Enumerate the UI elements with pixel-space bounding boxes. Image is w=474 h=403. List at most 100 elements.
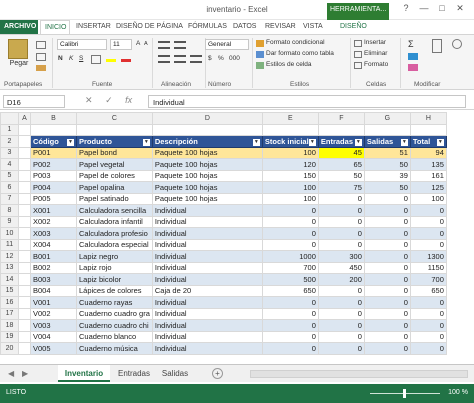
table-cell[interactable]: 100 [409, 192, 447, 205]
cell[interactable] [18, 319, 31, 332]
table-cell[interactable]: Lápices de colores [76, 284, 153, 297]
table-cell[interactable]: 0 [261, 238, 319, 251]
table-cell[interactable]: V005 [30, 342, 77, 355]
number-format-select[interactable]: General [205, 39, 249, 50]
table-cell[interactable]: B003 [30, 273, 77, 286]
table-cell[interactable]: Individual [151, 296, 263, 309]
table-cell[interactable]: 39 [363, 169, 411, 182]
table-cell[interactable]: Individual [151, 273, 263, 286]
filter-dropdown-icon[interactable]: ▼ [436, 138, 444, 146]
row-header[interactable]: 18 [0, 319, 19, 332]
table-cell[interactable]: 50 [363, 181, 411, 194]
table-cell[interactable]: Calculadora profesio [76, 227, 153, 240]
prev-sheet-icon[interactable]: ◀ [8, 369, 14, 378]
cell[interactable] [18, 261, 31, 274]
table-cell[interactable]: Cuaderno rayas [76, 296, 153, 309]
table-header-cell[interactable]: ▼ Total [409, 135, 447, 148]
align-middle-icon[interactable] [174, 41, 186, 49]
table-cell[interactable]: Individual [151, 342, 263, 355]
worksheet-table[interactable]: ABCDEFGH 1 2 ▼ Código ▼ Producto ▼ Descripción ▼… [0, 112, 447, 355]
table-cell[interactable]: 120 [261, 158, 319, 171]
table-header-cell[interactable]: ▼ Descripción [151, 135, 263, 148]
table-cell[interactable]: 0 [363, 319, 411, 332]
tab-archivo[interactable]: ARCHIVO [0, 20, 38, 34]
row-header[interactable]: 3 [0, 146, 19, 159]
cell[interactable] [18, 342, 31, 355]
table-cell[interactable]: 0 [317, 215, 365, 228]
table-cell[interactable]: Calculadora especial [76, 238, 153, 251]
table-cell[interactable]: Cuaderno cuadro chi [76, 319, 153, 332]
sheet-tab-salidas[interactable]: Salidas [158, 365, 192, 382]
table-cell[interactable]: 500 [261, 273, 319, 286]
cell[interactable] [18, 181, 31, 194]
add-sheet-button[interactable]: + [212, 368, 223, 379]
table-cell[interactable]: 0 [317, 330, 365, 343]
table-cell[interactable]: B004 [30, 284, 77, 297]
table-cell[interactable]: 0 [363, 238, 411, 251]
table-cell[interactable]: 75 [317, 181, 365, 194]
format-painter-icon[interactable] [36, 65, 46, 71]
table-cell[interactable]: 0 [363, 330, 411, 343]
table-cell[interactable]: Paquete 100 hojas [151, 146, 263, 159]
table-cell[interactable]: Paquete 100 hojas [151, 158, 263, 171]
tab-vista[interactable]: VISTA [303, 20, 323, 34]
table-cell[interactable]: P001 [30, 146, 77, 159]
table-cell[interactable]: Papel opalina [76, 181, 153, 194]
table-cell[interactable]: Individual [151, 261, 263, 274]
cell[interactable] [18, 330, 31, 343]
table-cell[interactable]: 45 [317, 146, 365, 159]
filter-dropdown-icon[interactable]: ▼ [142, 138, 150, 146]
table-cell[interactable]: 50 [317, 169, 365, 182]
font-color-icon[interactable] [121, 59, 131, 62]
row-header[interactable]: 9 [0, 215, 19, 228]
table-cell[interactable]: X002 [30, 215, 77, 228]
table-cell[interactable]: Calculadora infantil [76, 215, 153, 228]
table-cell[interactable]: 125 [409, 181, 447, 194]
tab-inicio[interactable]: INICIO [40, 20, 70, 34]
currency-button[interactable]: $ [208, 55, 212, 62]
table-cell[interactable]: Individual [151, 215, 263, 228]
column-header-e[interactable]: E [261, 112, 319, 125]
table-cell[interactable]: 0 [317, 296, 365, 309]
sort-filter-icon[interactable] [432, 39, 442, 53]
sheet-tab-inventario[interactable]: Inventario [58, 365, 110, 382]
table-cell[interactable]: 0 [409, 215, 447, 228]
table-cell[interactable]: Lapiz rojo [76, 261, 153, 274]
table-cell[interactable]: 0 [317, 342, 365, 355]
paste-button[interactable]: Pegar [4, 60, 34, 67]
cell[interactable] [18, 227, 31, 240]
table-cell[interactable]: 0 [363, 342, 411, 355]
table-cell[interactable]: 0 [317, 319, 365, 332]
name-box[interactable]: D16 [3, 95, 65, 108]
table-cell[interactable]: 0 [317, 307, 365, 320]
percent-button[interactable]: % [218, 55, 224, 62]
find-select-icon[interactable] [452, 39, 462, 49]
table-header-cell[interactable]: ▼ Entradas [317, 135, 365, 148]
table-cell[interactable]: 0 [409, 296, 447, 309]
shrink-font-button[interactable]: A [144, 41, 148, 47]
row-header[interactable]: 11 [0, 238, 19, 251]
table-cell[interactable]: V001 [30, 296, 77, 309]
table-cell[interactable]: 0 [363, 192, 411, 205]
table-cell[interactable]: Individual [151, 330, 263, 343]
delete-cells-button[interactable]: Eliminar [364, 50, 387, 57]
tab-insertar[interactable]: INSERTAR [76, 20, 111, 34]
table-header-cell[interactable]: ▼ Salidas [363, 135, 411, 148]
table-cell[interactable]: 450 [317, 261, 365, 274]
table-cell[interactable]: 0 [261, 319, 319, 332]
table-cell[interactable]: Individual [151, 227, 263, 240]
cell[interactable] [18, 169, 31, 182]
autosum-icon[interactable]: Σ [408, 39, 414, 49]
italic-button[interactable]: K [69, 55, 73, 62]
table-cell[interactable]: 100 [261, 181, 319, 194]
filter-dropdown-icon[interactable]: ▼ [354, 138, 362, 146]
table-cell[interactable]: 135 [409, 158, 447, 171]
cell[interactable] [18, 250, 31, 263]
filter-dropdown-icon[interactable]: ▼ [308, 138, 316, 146]
row-header[interactable]: 19 [0, 330, 19, 343]
table-cell[interactable]: 0 [261, 330, 319, 343]
table-cell[interactable]: 50 [363, 158, 411, 171]
column-header-g[interactable]: G [363, 112, 411, 125]
cell[interactable] [30, 123, 77, 136]
worksheet-grid[interactable]: ABCDEFGH 1 2 ▼ Código ▼ Producto ▼ Descripción ▼… [0, 112, 474, 358]
